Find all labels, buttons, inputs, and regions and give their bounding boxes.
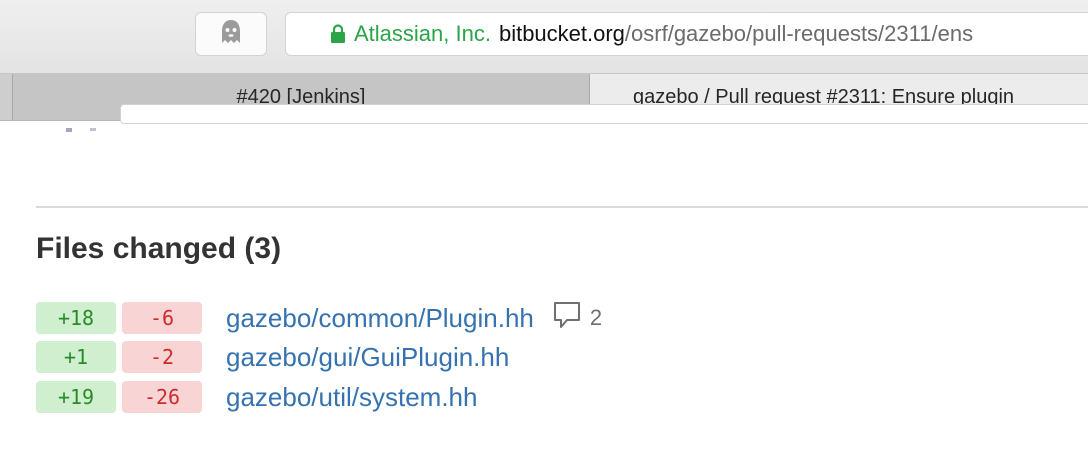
certificate-organization: Atlassian, Inc. xyxy=(354,21,491,46)
address-bar[interactable]: Atlassian, Inc. bitbucket.org /osrf/gaze… xyxy=(285,12,1088,56)
comment-bubble-icon xyxy=(552,300,582,336)
url-path: /osrf/gazebo/pull-requests/2311/ens xyxy=(624,21,974,46)
lines-added-badge: +19 xyxy=(36,381,116,413)
lines-added-badge: +18 xyxy=(36,302,116,334)
url-domain: bitbucket.org xyxy=(498,21,625,46)
browser-toolbar: Atlassian, Inc. bitbucket.org /osrf/gaze… xyxy=(0,0,1088,74)
ghostery-extension-button[interactable] xyxy=(195,12,267,56)
lock-icon xyxy=(330,24,346,44)
ghost-icon xyxy=(220,19,242,50)
lines-removed-badge: -6 xyxy=(122,302,202,334)
file-link[interactable]: gazebo/common/Plugin.hh xyxy=(226,303,534,334)
file-link[interactable]: gazebo/gui/GuiPlugin.hh xyxy=(226,342,509,373)
comment-count[interactable]: 2 xyxy=(552,300,602,336)
file-row: +1 -2 gazebo/gui/GuiPlugin.hh xyxy=(36,340,509,374)
comment-count-value: 2 xyxy=(589,305,603,330)
files-changed-heading: Files changed (3) xyxy=(36,232,282,265)
avatar xyxy=(62,121,102,132)
lines-added-badge: +1 xyxy=(36,341,116,373)
lines-removed-badge: -2 xyxy=(122,341,202,373)
section-divider xyxy=(36,206,1088,208)
lines-removed-badge: -26 xyxy=(122,381,202,413)
file-row: +19 -26 gazebo/util/system.hh xyxy=(36,380,477,414)
file-row: +18 -6 gazebo/common/Plugin.hh 2 xyxy=(36,301,602,335)
file-link[interactable]: gazebo/util/system.hh xyxy=(226,382,477,413)
comment-box[interactable] xyxy=(120,104,1088,124)
